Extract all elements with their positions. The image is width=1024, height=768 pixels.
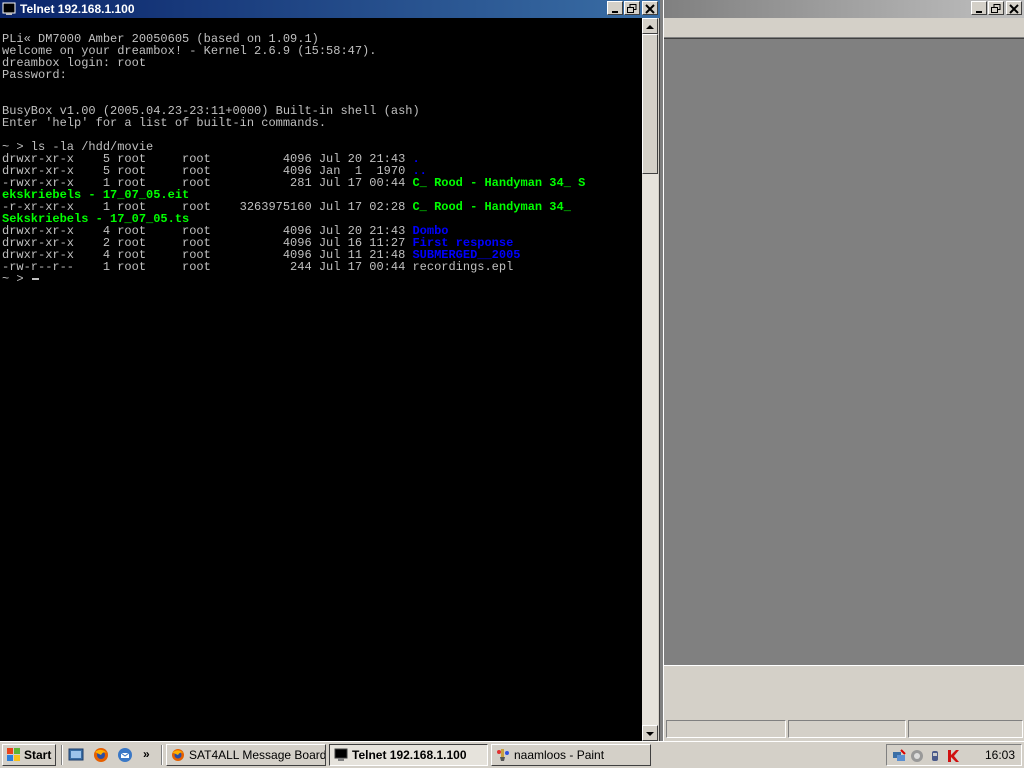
start-label: Start xyxy=(24,748,52,762)
close-icon xyxy=(1009,4,1019,14)
scroll-down-button[interactable] xyxy=(642,725,658,741)
task-button-firefox[interactable]: SAT4ALL Message Board... xyxy=(166,744,326,766)
telnet-titlebar[interactable]: Telnet 192.168.1.100 xyxy=(0,0,660,18)
paint-minimize-button[interactable] xyxy=(971,1,987,15)
paint-restore-button[interactable] xyxy=(988,1,1004,15)
minimize-icon xyxy=(976,11,982,13)
network-icon[interactable] xyxy=(892,748,906,762)
vertical-scrollbar[interactable] xyxy=(642,18,658,741)
file-name: C_ Rood - Handyman 34_ xyxy=(412,200,571,214)
taskbar-separator xyxy=(61,745,63,765)
start-button[interactable]: Start xyxy=(2,744,56,766)
task-label: naamloos - Paint xyxy=(514,748,605,762)
volume-icon[interactable] xyxy=(910,748,924,762)
task-label: Telnet 192.168.1.100 xyxy=(352,748,467,762)
terminal-line: Password: xyxy=(2,69,585,81)
terminal-line-text: Enter 'help' for a list of built-in comm… xyxy=(2,116,327,130)
terminal-line: dreambox login: root xyxy=(2,57,585,69)
terminal-line: Enter 'help' for a list of built-in comm… xyxy=(2,117,585,129)
task-label: SAT4ALL Message Board... xyxy=(189,748,326,762)
arrow-down-icon xyxy=(646,732,654,736)
restore-button[interactable] xyxy=(624,1,640,15)
terminal-line: ~ > xyxy=(2,273,585,285)
clock[interactable]: 16:03 xyxy=(985,745,1015,765)
scroll-thumb[interactable] xyxy=(642,34,658,174)
task-button-telnet[interactable]: Telnet 192.168.1.100 xyxy=(329,744,488,766)
text-cursor xyxy=(31,277,39,280)
firefox-icon xyxy=(171,748,185,762)
paint-palette-area xyxy=(664,665,1024,719)
file-name: C_ Rood - Handyman 34_ S xyxy=(412,176,586,190)
paint-titlebar[interactable] xyxy=(664,0,1024,18)
terminal-output[interactable]: PLi« DM7000 Amber 20050605 (based on 1.0… xyxy=(0,18,642,741)
telnet-icon xyxy=(334,748,348,762)
restore-icon xyxy=(991,4,1001,13)
paint-window[interactable] xyxy=(663,0,1024,741)
paint-statusbar xyxy=(664,718,1024,741)
paint-menubar xyxy=(664,18,1024,38)
firefox-icon[interactable] xyxy=(93,747,109,763)
terminal-line: -rw-r--r-- 1 root root 244 Jul 17 00:44 … xyxy=(2,261,585,273)
minimize-button[interactable] xyxy=(607,1,623,15)
system-tray: 16:03 xyxy=(886,744,1022,766)
terminal-line-text: Password: xyxy=(2,68,67,82)
paint-close-button[interactable] xyxy=(1006,1,1022,15)
taskbar-separator xyxy=(161,745,163,765)
usb-icon[interactable] xyxy=(928,748,942,762)
terminal-line-text: ~ > xyxy=(2,272,31,286)
telnet-icon xyxy=(2,2,16,16)
close-icon xyxy=(645,4,655,14)
status-cell xyxy=(666,720,786,738)
mail-client-icon[interactable] xyxy=(117,747,133,763)
show-desktop-icon[interactable] xyxy=(68,747,84,763)
terminal-line-text: -rw-r--r-- 1 root root 244 Jul 17 00:44 … xyxy=(2,260,514,274)
paint-icon xyxy=(496,748,510,762)
restore-icon xyxy=(627,4,637,13)
antivirus-icon[interactable] xyxy=(946,748,960,762)
quick-launch-more[interactable]: » xyxy=(143,745,150,763)
arrow-up-icon xyxy=(646,25,654,29)
task-button-paint[interactable]: naamloos - Paint xyxy=(491,744,651,766)
terminal-lines: PLi« DM7000 Amber 20050605 (based on 1.0… xyxy=(2,33,585,285)
window-title: Telnet 192.168.1.100 xyxy=(20,2,135,16)
status-cell xyxy=(908,720,1023,738)
taskbar: Start » SAT4ALL Message Board... Telnet … xyxy=(0,741,1024,768)
scroll-up-button[interactable] xyxy=(642,18,658,34)
status-cell xyxy=(788,720,906,738)
close-button[interactable] xyxy=(642,1,658,15)
paint-canvas-area[interactable] xyxy=(664,38,1024,665)
minimize-icon xyxy=(612,11,618,13)
windows-logo-icon xyxy=(7,748,20,761)
telnet-window[interactable]: Telnet 192.168.1.100 PLi« DM7000 Amber 2… xyxy=(0,0,660,741)
